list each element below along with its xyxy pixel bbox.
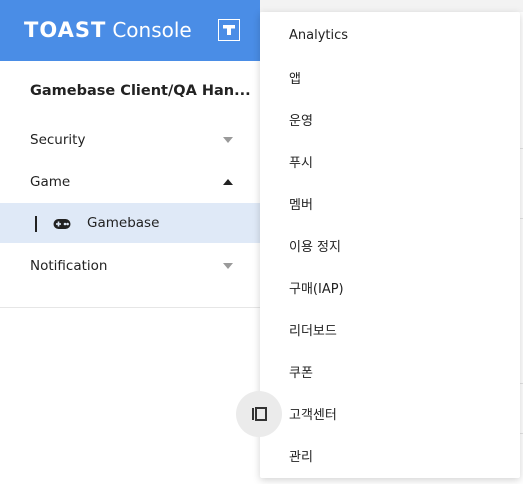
sidebar-divider [0, 307, 260, 308]
menu-item-push[interactable]: 푸시 [260, 140, 520, 182]
sidebar-subitem-gamebase[interactable]: Gamebase [0, 203, 260, 243]
sidebar-subitem-label: Gamebase [87, 215, 160, 231]
sidebar-item-label: Game [30, 174, 71, 190]
menu-item-member[interactable]: 멤버 [260, 182, 520, 224]
sidebar-item-notification[interactable]: Notification [0, 246, 260, 286]
menu-item-analytics[interactable]: Analytics [260, 14, 520, 56]
main-header-strip [260, 0, 523, 12]
chevron-down-icon [223, 263, 233, 269]
gamepad-icon [53, 219, 71, 229]
logo-secondary-text: Console [112, 18, 192, 42]
sidebar-item-label: Security [30, 132, 86, 148]
menu-item-purchase[interactable]: 구매(IAP) [260, 266, 520, 308]
menu-item-operation[interactable]: 운영 [260, 98, 520, 140]
toast-console-logo[interactable]: TOAST Console [24, 16, 192, 44]
sidebar: TOAST Console Gamebase Client/QA Han... … [0, 0, 260, 484]
menu-item-app[interactable]: 앱 [260, 56, 520, 98]
menu-item-coupon[interactable]: 쿠폰 [260, 350, 520, 392]
sidebar-item-security[interactable]: Security [0, 120, 260, 160]
menu-item-ban[interactable]: 이용 정지 [260, 224, 520, 266]
logo-primary-text: TOAST [24, 18, 107, 42]
project-title[interactable]: Gamebase Client/QA Han... [30, 83, 251, 99]
menu-item-leaderboard[interactable]: 리더보드 [260, 308, 520, 350]
toast-t-icon [223, 25, 235, 35]
sidebar-item-game[interactable]: Game [0, 162, 260, 202]
collapse-sidebar-icon [252, 407, 267, 421]
org-switch-button[interactable] [218, 19, 240, 41]
menu-item-customer-center[interactable]: 고객센터 [260, 392, 520, 434]
service-dropdown-menu: Analytics 앱 운영 푸시 멤버 이용 정지 구매(IAP) 리더보드 … [260, 12, 520, 478]
chevron-down-icon [223, 137, 233, 143]
active-indicator [35, 216, 37, 232]
brand-bar: TOAST Console [0, 0, 260, 61]
chevron-up-icon [223, 179, 233, 185]
sidebar-collapse-button[interactable] [236, 391, 282, 437]
menu-item-management[interactable]: 관리 [260, 434, 520, 476]
sidebar-item-label: Notification [30, 258, 108, 274]
